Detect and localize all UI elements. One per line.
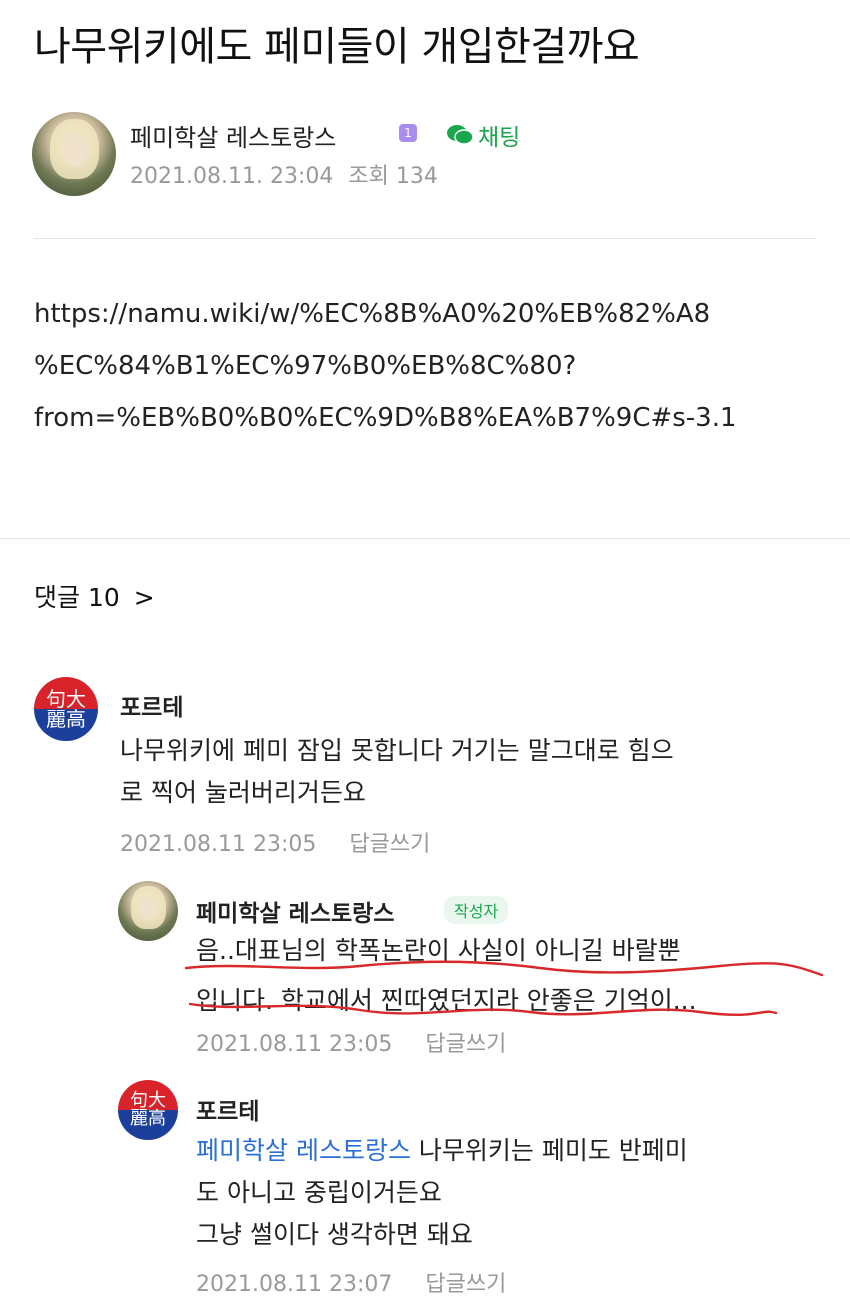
author-name[interactable]: 페미학살 레스토랑스 [130, 118, 336, 153]
post-body-link[interactable]: https://namu.wiki/w/%EC%8B%A0%20%EB%82%A… [34, 288, 737, 444]
body-line: from=%EB%B0%B0%EC%9D%B8%EA%B7%9C#s-3.1 [34, 403, 737, 433]
comments-count: 댓글 10 [34, 583, 120, 612]
post-meta: 2021.08.11. 23:04 조회 134 [130, 158, 438, 190]
comments-header[interactable]: 댓글 10 > [34, 578, 155, 614]
divider [0, 538, 850, 539]
comment-text: 페미학살 레스토랑스 나무위키는 페미도 반페미 도 아니고 중립이거든요 그냥… [196, 1130, 688, 1256]
reply-button[interactable]: 답글쓰기 [425, 1272, 506, 1297]
comment-meta: 2021.08.11 23:05 답글쓰기 [120, 826, 430, 858]
comment-author[interactable]: 포르테 [196, 1092, 259, 1126]
avatar-seal-text: 麗高 [46, 707, 86, 731]
comment-meta: 2021.08.11 23:05 답글쓰기 [196, 1026, 506, 1058]
comment-line: 로 찍어 눌러버리거든요 [120, 778, 366, 807]
chat-button[interactable]: 채팅 [446, 118, 520, 152]
post-views: 조회 134 [348, 164, 438, 189]
mention-link[interactable]: 페미학살 레스토랑스 [196, 1136, 411, 1165]
comment-line: 도 아니고 중립이거든요 [196, 1178, 442, 1207]
comment-line: 음..대표님의 학폭논란이 사실이 아니길 바랄뿐 [196, 936, 681, 965]
divider [34, 238, 816, 239]
chevron-right-icon: > [133, 583, 155, 612]
comment-text: 음..대표님의 학폭논란이 사실이 아니길 바랄뿐 입니다. 학교에서 찐따였던… [196, 930, 697, 1022]
reply-button[interactable]: 답글쓰기 [349, 832, 430, 857]
comment-date: 2021.08.11 23:05 [120, 832, 317, 857]
comment-line: 입니다. 학교에서 찐따였던지라 안좋은 기억이... [196, 986, 697, 1015]
comment-date: 2021.08.11 23:05 [196, 1032, 393, 1057]
comment-line: 그냥 썰이다 생각하면 돼요 [196, 1220, 473, 1249]
avatar-seal-text: 句大 [46, 687, 86, 711]
commenter-avatar[interactable]: 句大 麗高 [34, 677, 98, 741]
commenter-avatar[interactable]: 句大 麗高 [118, 1080, 178, 1140]
comment-author[interactable]: 포르테 [120, 688, 183, 722]
chat-bubble-icon [447, 125, 474, 145]
chat-label: 채팅 [478, 125, 521, 151]
post-date: 2021.08.11. 23:04 [130, 164, 334, 189]
avatar-seal-text: 麗高 [130, 1108, 166, 1129]
author-avatar[interactable] [32, 112, 116, 196]
post-title: 나무위키에도 페미들이 개입한걸까요 [34, 24, 640, 70]
comment-line: 나무위키에 페미 잠입 못합니다 거기는 말그대로 힘으 [120, 736, 674, 765]
body-line: https://namu.wiki/w/%EC%8B%A0%20%EB%82%A… [34, 299, 711, 329]
comment-text: 나무위키에 페미 잠입 못합니다 거기는 말그대로 힘으 로 찍어 눌러버리거든… [120, 730, 674, 814]
comment-author[interactable]: 페미학살 레스토랑스 [196, 894, 394, 928]
author-tag-badge: 작성자 [444, 896, 509, 924]
comment-date: 2021.08.11 23:07 [196, 1272, 393, 1297]
body-line: %EC%84%B1%EC%97%B0%EB%8C%80? [34, 351, 577, 381]
level-badge: 1 [399, 124, 417, 142]
comment-line-rest: 나무위키는 페미도 반페미 [410, 1136, 688, 1165]
reply-button[interactable]: 답글쓰기 [425, 1032, 506, 1057]
commenter-avatar[interactable] [118, 881, 178, 941]
comment-line: 페미학살 레스토랑스 나무위키는 페미도 반페미 [196, 1130, 688, 1172]
comment-meta: 2021.08.11 23:07 답글쓰기 [196, 1266, 506, 1298]
